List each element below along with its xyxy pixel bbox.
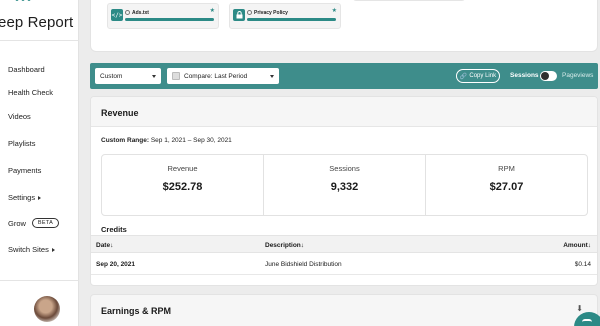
logo-icon [582,319,592,324]
status-icon [247,10,252,15]
sidebar-item-label: Playlists [8,139,36,148]
sidebar-item-dashboard[interactable]: Dashboard [8,65,45,74]
sidebar-item-health-check[interactable]: Health Check [8,88,53,97]
metrics-panel: Revenue $252.78 Sessions 9,332 RPM $27.0… [101,154,588,216]
chevron-down-icon [270,75,274,78]
metric-revenue: Revenue $252.78 [102,155,264,215]
metric-value: 9,332 [330,181,359,193]
policy-title: Ads.txt [125,10,149,16]
sidebar-item-label: Switch Sites [8,245,49,254]
copy-link-label: Copy Link [469,73,497,79]
sessions-pageviews-toggle[interactable] [540,71,557,81]
sidebar-item-switch-sites[interactable]: Switch Sites [8,245,55,254]
policy-item-privacy-policy[interactable]: Privacy Policy ★ [229,3,341,29]
earnings-card: Earnings & RPM ⬇ [90,294,598,326]
policy-progress-bar [125,18,214,21]
revenue-title: Revenue [101,108,139,118]
divider [0,280,79,281]
policy-label: Privacy Policy [254,10,288,16]
sidebar-item-label: Dashboard [8,65,45,74]
logo-icon [15,0,31,1]
revenue-card: Revenue Custom Range: Sep 1, 2021 – Sep … [90,96,598,286]
credits-table-header: Date↓ Description↓ Amount↓ [91,235,597,253]
sidebar-item-playlists[interactable]: Playlists [8,139,36,148]
toggle-label-sessions: Sessions [510,72,539,79]
metric-value: $27.07 [489,181,524,193]
column-label: Description [265,242,301,249]
avatar[interactable] [34,296,60,322]
report-toolbar: Custom Compare: Last Period 🔗 Copy Link … [90,63,598,89]
policy-card: </> Ads.txt ★ Privacy Policy ★ [90,0,598,52]
metric-sessions: Sessions 9,332 [264,155,426,215]
cell-description: June Bidshield Distribution [265,261,342,268]
column-header-description[interactable]: Description↓ [265,242,304,249]
sort-arrow-icon: ↓ [300,242,305,249]
sidebar-item-label: Videos [8,112,31,121]
policy-item-partial [353,0,465,1]
sidebar-item-payments[interactable]: Payments [8,166,41,175]
policy-item-ads-txt[interactable]: </> Ads.txt ★ [107,3,219,29]
status-icon [125,10,130,15]
download-icon[interactable]: ⬇ [576,304,583,313]
policy-progress-bar [247,18,336,21]
column-header-amount[interactable]: Amount↓ [563,242,591,249]
revenue-header: Revenue [91,97,597,127]
caret-right-icon [38,195,42,200]
policy-label: Ads.txt [132,10,149,16]
brand-name: eep Report [0,14,74,31]
metric-value: $252.78 [162,181,203,193]
link-icon: 🔗 [459,73,468,80]
sidebar-item-settings[interactable]: Settings [8,193,42,202]
toggle-knob [541,72,549,80]
sidebar-item-grow[interactable]: Grow BETA [8,218,60,228]
metric-label: RPM [498,164,515,173]
column-label: Date [96,242,111,249]
sidebar: eep Report Dashboard Health Check Videos… [0,0,79,326]
policy-title: Privacy Policy [247,10,288,16]
column-label: Amount [563,242,588,249]
sidebar-item-label: Payments [8,166,42,175]
star-icon[interactable]: ★ [332,7,337,14]
toggle-label-pageviews: Pageviews [562,72,594,79]
range-label: Custom Range: [101,137,150,144]
chevron-down-icon [152,75,156,78]
earnings-title: Earnings & RPM [101,306,172,316]
cell-date: Sep 20, 2021 [96,261,136,268]
compare-value: Compare: Last Period [184,72,248,80]
sort-arrow-icon: ↓ [587,242,591,249]
range-value: Sep 1, 2021 – Sep 30, 2021 [150,137,232,144]
sort-arrow-icon: ↓ [110,242,114,249]
divider [0,40,79,41]
metric-rpm: RPM $27.07 [426,155,587,215]
sidebar-item-label: Health Check [8,88,54,97]
cell-amount: $0.14 [574,261,591,268]
metric-label: Sessions [329,164,360,173]
compare-swatch [172,72,180,80]
date-range-select[interactable]: Custom [95,68,161,84]
sidebar-item-label: Grow [8,218,26,228]
custom-range: Custom Range: Sep 1, 2021 – Sep 30, 2021 [101,137,232,144]
metric-label: Revenue [167,164,198,173]
caret-right-icon [51,247,55,252]
date-range-value: Custom [100,72,123,80]
credits-title: Credits [101,225,127,234]
compare-select[interactable]: Compare: Last Period [167,68,279,84]
sidebar-item-videos[interactable]: Videos [8,112,31,121]
sidebar-item-label: Settings [8,193,36,202]
copy-link-button[interactable]: 🔗 Copy Link [456,69,500,83]
code-icon: </> [111,9,123,21]
lock-icon [233,9,245,21]
table-row: Sep 20, 2021 June Bidshield Distribution… [91,255,597,275]
beta-badge: BETA [31,218,60,228]
column-header-date[interactable]: Date↓ [96,242,113,249]
star-icon[interactable]: ★ [210,7,215,14]
